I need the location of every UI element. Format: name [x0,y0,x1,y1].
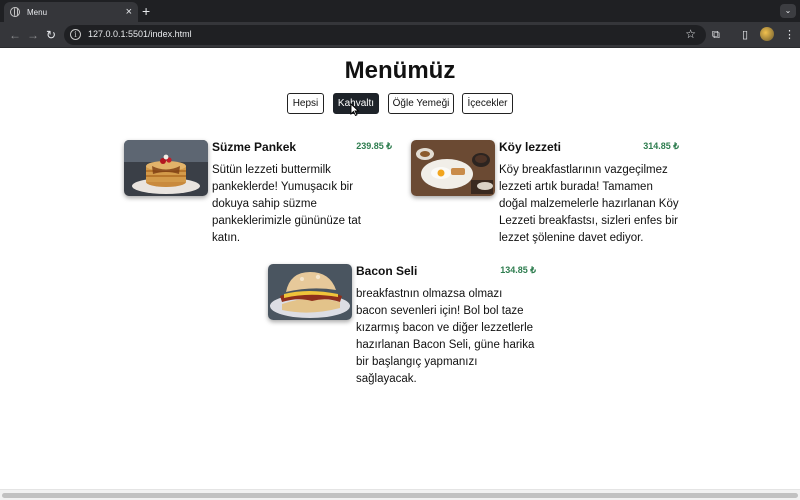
tab-title: Menu [27,7,48,17]
mouse-cursor-icon [350,103,360,116]
menu-item-price: 134.85 ₺ [500,265,536,275]
filter-button-lunch[interactable]: Öğle Yemeği [388,93,454,114]
reload-icon[interactable]: ↻ [46,27,56,43]
site-info-icon[interactable]: i [70,29,81,40]
filter-button-drinks[interactable]: İçecekler [462,93,513,114]
menu-item-description: breakfastnın olmazsa olmazı bacon sevenl… [356,288,535,385]
village-breakfast-photo [411,140,495,196]
bookmark-star-icon[interactable]: ☆ [685,27,696,41]
category-filters: Hepsi Kahvaltı Öğle Yemeği İçecekler [0,93,800,114]
page-title: Menümüz [344,57,456,84]
more-menu-icon[interactable]: ⋮ [784,27,795,43]
menu-item: Köy lezzeti 314.85 ₺ Köy breakfastlarını… [411,140,679,250]
globe-icon [10,7,20,17]
address-bar[interactable]: i 127.0.0.1:5501/index.html ☆ [64,25,706,45]
browser-toolbar: ← → ↻ i 127.0.0.1:5501/index.html ☆ ⧉ ▯ … [0,22,800,48]
menu-item-name: Bacon Seli [356,264,418,278]
filter-button-all[interactable]: Hepsi [287,93,324,114]
menu-item-price: 239.85 ₺ [356,141,392,151]
menu-item-description: Köy breakfastlarının vazgeçilmez lezzeti… [499,164,679,244]
menu-item-name: Süzme Pankek [212,140,297,154]
menu-item: Süzme Pankek 239.85 ₺ Sütün lezzeti butt… [124,140,392,244]
tab-search-chevron-icon[interactable]: ⌄ [780,4,796,18]
forward-arrow-icon[interactable]: → [27,27,39,43]
menu-item-description: Sütün lezzeti buttermilk pankeklerde! Yu… [212,164,361,244]
menu-item-name: Köy lezzeti [499,140,562,154]
scrollbar-thumb[interactable] [2,493,798,498]
browser-tab-strip: Menu × + ⌄ [0,0,800,22]
url-text[interactable]: 127.0.0.1:5501/index.html [88,29,192,39]
new-tab-button[interactable]: + [142,3,150,19]
back-arrow-icon[interactable]: ← [9,27,21,43]
close-tab-icon[interactable]: × [126,6,132,18]
menu-item: Bacon Seli 134.85 ₺ breakfastnın olmazsa… [268,264,536,385]
extensions-puzzle-icon[interactable]: ⧉ [712,27,720,43]
bacon-sandwich-photo [268,264,352,320]
browser-tab[interactable]: Menu × [4,2,138,22]
menu-item-price: 314.85 ₺ [643,141,679,151]
horizontal-scrollbar[interactable] [0,489,800,500]
side-panel-icon[interactable]: ▯ [742,27,748,43]
pancake-photo [124,140,208,196]
profile-avatar[interactable] [760,27,774,41]
